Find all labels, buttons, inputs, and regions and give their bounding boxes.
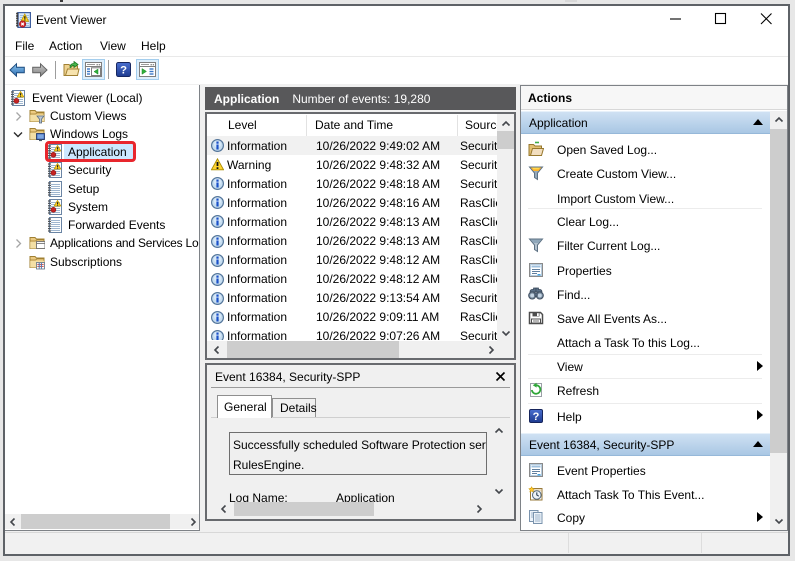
- svg-text:?: ?: [120, 65, 127, 77]
